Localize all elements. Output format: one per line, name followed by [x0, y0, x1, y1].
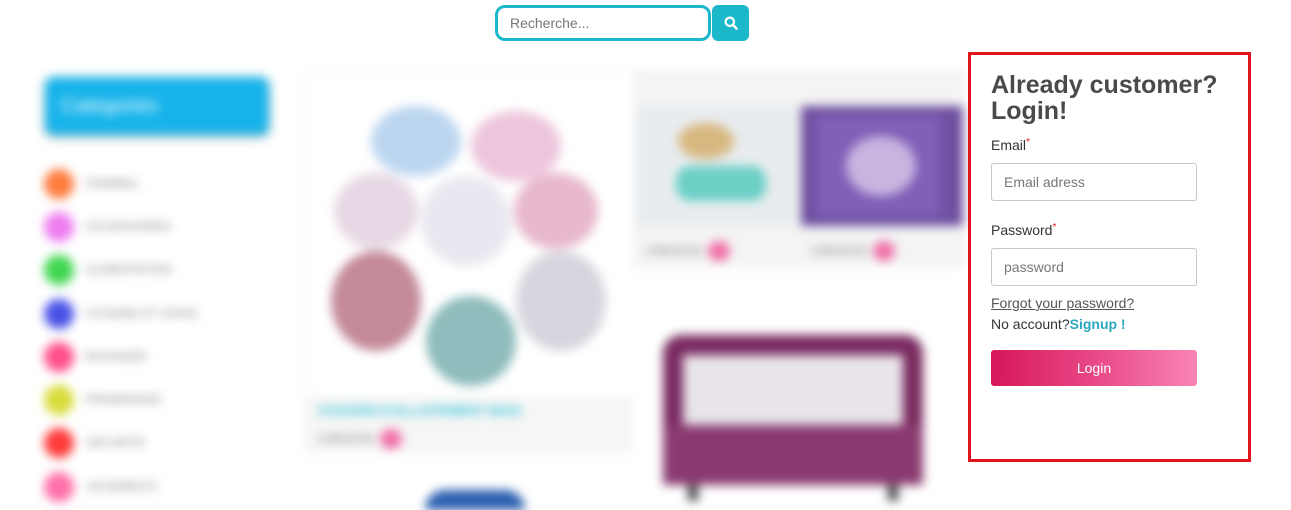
category-label: BAIGNADE — [86, 350, 147, 363]
category-icon — [44, 298, 74, 329]
categories-header: Categories — [45, 77, 269, 135]
product-title[interactable]: COUSSIN D'ALLAITEMENT MAXI — [318, 403, 521, 418]
required-marker: * — [1052, 222, 1057, 233]
product-price: 3 000,00 DA — [811, 241, 895, 261]
no-account-text: No account?Signup ! — [991, 316, 1126, 332]
product-card[interactable] — [633, 275, 963, 501]
product-card[interactable]: 3 000,00 DA — [800, 70, 964, 267]
category-item[interactable]: ALIMENTATION — [44, 249, 274, 292]
product-grid: COUSSIN D'ALLAITEMENT MAXI 3 000,00 DA 3… — [305, 70, 965, 510]
login-panel: Already customer? Login! Email* Password… — [968, 52, 1251, 462]
category-icon — [44, 341, 74, 372]
password-label: Password* — [991, 222, 1057, 238]
category-icon — [44, 385, 74, 416]
category-item[interactable]: BAIGNADE — [44, 335, 274, 378]
product-image — [306, 71, 634, 396]
category-label: SECURITE — [86, 437, 146, 450]
search-button[interactable] — [712, 5, 749, 41]
category-label: PROMENADE — [86, 394, 162, 407]
category-icon — [44, 168, 74, 199]
product-image — [636, 106, 798, 226]
category-icon — [44, 211, 74, 242]
category-icon — [44, 471, 74, 502]
forgot-password-link[interactable]: Forgot your password? — [991, 295, 1134, 311]
category-item[interactable]: SECURITE — [44, 422, 274, 465]
category-label: ACCESSOIRES — [86, 220, 171, 233]
category-item[interactable]: PROMENADE — [44, 378, 274, 421]
product-price: 3 000,00 DA — [646, 241, 730, 261]
required-marker: * — [1026, 137, 1030, 148]
category-icon — [44, 255, 74, 286]
search-bar — [495, 5, 749, 41]
login-button[interactable]: Login — [991, 350, 1197, 386]
email-label: Email* — [991, 137, 1030, 153]
login-title: Already customer? Login! — [991, 71, 1218, 125]
password-field[interactable] — [991, 248, 1197, 286]
category-item[interactable]: VETEMENTS — [44, 465, 274, 508]
signup-link[interactable]: Signup ! — [1070, 316, 1126, 332]
email-field[interactable] — [991, 163, 1197, 201]
search-icon — [724, 16, 738, 30]
product-card[interactable]: 3 000,00 DA — [635, 70, 799, 267]
category-label: ALIMENTATION — [86, 264, 172, 277]
category-item[interactable]: ACCESSOIRES — [44, 205, 274, 248]
category-label: HYGIENE ET SOINS — [86, 307, 198, 320]
category-item[interactable]: SOMMEIL — [44, 162, 274, 205]
product-image — [425, 490, 525, 510]
product-image — [801, 106, 963, 226]
category-label: SOMMEIL — [86, 177, 141, 190]
category-label: VETEMENTS — [86, 480, 158, 493]
category-item[interactable]: HYGIENE ET SOINS — [44, 292, 274, 335]
search-input[interactable] — [495, 5, 711, 41]
product-card[interactable]: COUSSIN D'ALLAITEMENT MAXI 3 000,00 DA — [305, 70, 635, 452]
product-price: 3 000,00 DA — [318, 429, 402, 449]
category-list: SOMMEIL ACCESSOIRES ALIMENTATION HYGIENE… — [44, 162, 274, 508]
category-icon — [44, 428, 74, 459]
